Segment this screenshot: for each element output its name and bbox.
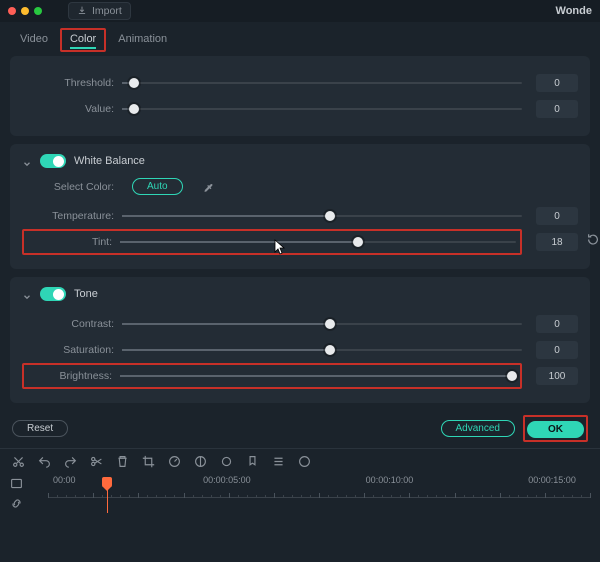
eyedropper-icon[interactable] <box>203 181 215 193</box>
value-value[interactable]: 0 <box>536 100 578 118</box>
row-contrast: Contrast: 0 <box>22 311 578 337</box>
temperature-slider[interactable] <box>122 206 522 226</box>
speed-icon[interactable] <box>166 453 182 469</box>
color-icon[interactable] <box>218 453 234 469</box>
reset-button[interactable]: Reset <box>12 420 68 437</box>
contrast-slider[interactable] <box>122 314 522 334</box>
close-window-icon[interactable] <box>8 7 16 15</box>
tabs: Video Color Animation <box>0 22 600 52</box>
chevron-down-icon <box>22 289 32 299</box>
brightness-label: Brightness: <box>24 370 120 382</box>
timeline-toolbar <box>0 448 600 473</box>
tab-animation[interactable]: Animation <box>108 28 177 52</box>
row-tint: Tint: 18 <box>22 229 578 255</box>
ok-highlight: OK <box>523 415 588 442</box>
saturation-value[interactable]: 0 <box>536 341 578 359</box>
tl-label-1: 00:00:05:00 <box>203 475 251 485</box>
row-temperature: Temperature: 0 <box>22 203 578 229</box>
playhead[interactable] <box>102 477 112 503</box>
tone-toggle[interactable] <box>40 287 66 301</box>
tint-slider[interactable] <box>120 232 516 252</box>
white-balance-title: White Balance <box>74 155 145 167</box>
tab-video[interactable]: Video <box>10 28 58 52</box>
ok-button[interactable]: OK <box>527 421 584 438</box>
value-label: Value: <box>22 103 122 115</box>
white-balance-header[interactable]: White Balance <box>22 154 578 168</box>
contrast-value[interactable]: 0 <box>536 315 578 333</box>
maximize-window-icon[interactable] <box>34 7 42 15</box>
timeline-labels: 00:00 00:00:05:00 00:00:10:00 00:00:15:0… <box>48 475 590 487</box>
footer-buttons: Reset Advanced OK <box>0 411 600 448</box>
cut-icon[interactable] <box>10 453 26 469</box>
advanced-button[interactable]: Advanced <box>441 420 515 437</box>
temperature-value[interactable]: 0 <box>536 207 578 225</box>
select-color-label: Select Color: <box>22 181 122 193</box>
saturation-slider[interactable] <box>122 340 522 360</box>
panel-tone: Tone Contrast: 0 Saturation: 0 Brightnes… <box>10 277 590 403</box>
import-icon <box>77 6 87 16</box>
row-value: Value: 0 <box>22 96 578 122</box>
contrast-label: Contrast: <box>22 318 122 330</box>
import-label: Import <box>92 5 122 17</box>
redo-icon[interactable] <box>62 453 78 469</box>
import-button[interactable]: Import <box>68 2 131 20</box>
window-titlebar: Import Wonde <box>0 0 600 22</box>
tl-label-2: 00:00:10:00 <box>366 475 414 485</box>
row-saturation: Saturation: 0 <box>22 337 578 363</box>
tl-label-3: 00:00:15:00 <box>528 475 576 485</box>
value-slider[interactable] <box>122 99 522 119</box>
panel-white-balance: White Balance Select Color: Auto Tempera… <box>10 144 590 269</box>
minimize-window-icon[interactable] <box>21 7 29 15</box>
tl-label-0: 00:00 <box>53 475 76 485</box>
link-icon[interactable] <box>10 497 24 511</box>
threshold-slider[interactable] <box>122 73 522 93</box>
reset-tint-icon[interactable] <box>586 233 600 252</box>
tint-label: Tint: <box>24 236 120 248</box>
auto-button[interactable]: Auto <box>132 178 183 195</box>
panel-basic: Threshold: 0 Value: 0 <box>10 56 590 136</box>
saturation-label: Saturation: <box>22 344 122 356</box>
media-icon[interactable] <box>10 477 24 491</box>
undo-icon[interactable] <box>36 453 52 469</box>
brightness-slider[interactable] <box>120 366 516 386</box>
tone-header[interactable]: Tone <box>22 287 578 301</box>
crop-icon[interactable] <box>140 453 156 469</box>
chevron-down-icon <box>22 156 32 166</box>
timeline-ruler-area[interactable]: 00:00 00:00:05:00 00:00:10:00 00:00:15:0… <box>48 475 590 511</box>
adjust-icon[interactable] <box>192 453 208 469</box>
timeline-left-icons <box>10 475 38 511</box>
threshold-value[interactable]: 0 <box>536 74 578 92</box>
row-select-color: Select Color: Auto <box>22 178 578 195</box>
threshold-label: Threshold: <box>22 77 122 89</box>
tab-color[interactable]: Color <box>60 28 106 52</box>
row-brightness: Brightness: 100 <box>22 363 578 389</box>
more-icon[interactable] <box>296 453 312 469</box>
temperature-label: Temperature: <box>22 210 122 222</box>
brightness-value[interactable]: 100 <box>536 367 578 385</box>
tone-title: Tone <box>74 288 98 300</box>
tint-value[interactable]: 18 <box>536 233 578 251</box>
row-threshold: Threshold: 0 <box>22 70 578 96</box>
window-controls <box>8 7 42 15</box>
timeline: 00:00 00:00:05:00 00:00:10:00 00:00:15:0… <box>0 473 600 511</box>
scissors-icon[interactable] <box>88 453 104 469</box>
trash-icon[interactable] <box>114 453 130 469</box>
white-balance-toggle[interactable] <box>40 154 66 168</box>
sliders-icon[interactable] <box>270 453 286 469</box>
marker-icon[interactable] <box>244 453 260 469</box>
timeline-ruler[interactable] <box>48 489 590 509</box>
brand-label: Wonde <box>556 5 592 17</box>
